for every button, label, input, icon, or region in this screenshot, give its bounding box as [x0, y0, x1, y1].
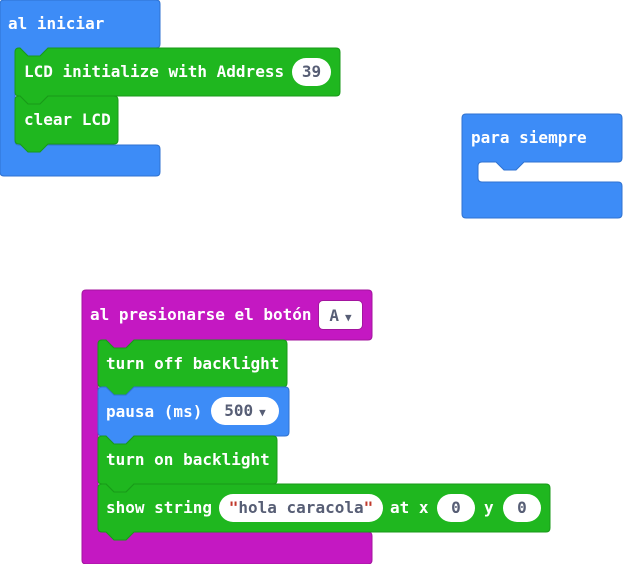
on-button-label: al presionarse el botón — [90, 305, 312, 324]
turn-off-backlight-label: turn off backlight — [106, 354, 280, 373]
button-value: A — [329, 306, 339, 325]
pause-label: pausa (ms) — [106, 402, 203, 421]
on-start-label: al iniciar — [8, 14, 105, 33]
dropdown-arrow-icon: ▼ — [259, 406, 266, 419]
lcd-initialize-label: LCD initialize with Address — [24, 62, 285, 81]
y-input[interactable]: 0 — [503, 494, 541, 522]
close-quote-icon: " — [363, 498, 374, 517]
dropdown-arrow-icon: ▼ — [345, 311, 352, 324]
pause-value: 500 — [224, 401, 254, 420]
clear-lcd-label: clear LCD — [24, 110, 111, 129]
pause-duration-dropdown[interactable]: 500 ▼ — [211, 397, 279, 425]
button-dropdown[interactable]: A ▼ — [318, 300, 363, 330]
lcd-address-input[interactable]: 39 — [292, 58, 331, 86]
x-input[interactable]: 0 — [437, 494, 475, 522]
show-string-label: show string — [106, 498, 212, 517]
string-input[interactable]: "hola caracola" — [219, 494, 383, 522]
open-quote-icon: " — [228, 498, 239, 517]
at-x-label: at x — [390, 498, 429, 517]
string-value: hola caracola — [238, 498, 364, 517]
turn-on-backlight-label: turn on backlight — [106, 450, 270, 469]
forever-label: para siempre — [471, 128, 587, 147]
y-label: y — [484, 498, 494, 517]
